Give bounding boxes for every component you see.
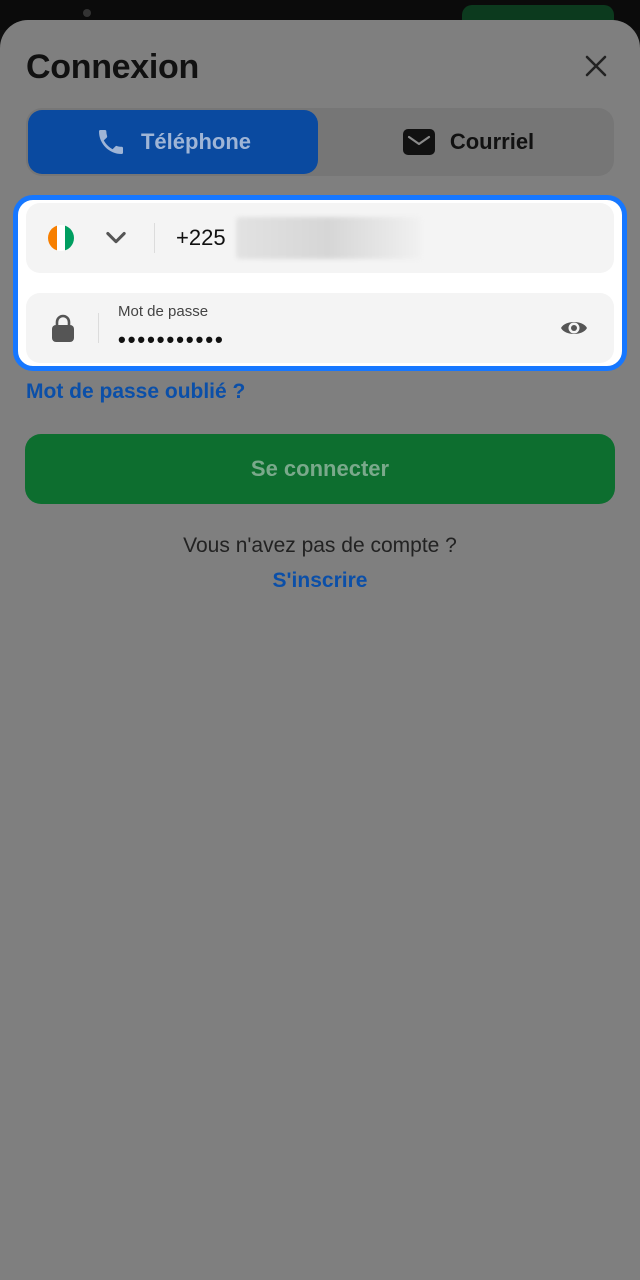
close-button[interactable] [578,48,614,84]
password-value: ••••••••••• [118,327,225,352]
login-form: +225 Mot de passe ••••••••••• [13,195,627,371]
close-icon [585,55,607,77]
phone-icon [98,130,123,154]
tab-email-label: Courriel [449,129,535,154]
lock-icon [52,314,74,342]
signup-link[interactable]: S'inscrire [0,569,640,593]
cote-divoire-flag-icon[interactable] [48,225,74,251]
no-account-text: Vous n'avez pas de compte ? [183,534,457,557]
divider [154,223,155,253]
tab-phone-label: Téléphone [140,129,251,154]
forgot-password-link[interactable]: Mot de passe oublié ? [26,380,245,404]
chevron-down-icon[interactable] [102,223,130,251]
phone-field: +225 [26,203,614,273]
tab-phone[interactable]: Téléphone [28,110,318,174]
mail-icon [402,129,435,155]
phone-input[interactable] [236,217,536,259]
password-label: Mot de passe [118,303,209,320]
login-method-tabs: Téléphone Courriel [26,108,614,176]
camera-dot [83,9,91,17]
dial-code: +225 [176,225,226,250]
eye-icon[interactable] [560,315,588,341]
login-button[interactable]: Se connecter [25,434,615,504]
tab-email[interactable]: Courriel [324,110,612,174]
divider [98,313,99,343]
login-sheet: Connexion Téléphone Courriel +225 Mot de… [0,20,640,1280]
password-field[interactable]: Mot de passe ••••••••••• [26,293,614,363]
page-title: Connexion [26,48,199,86]
